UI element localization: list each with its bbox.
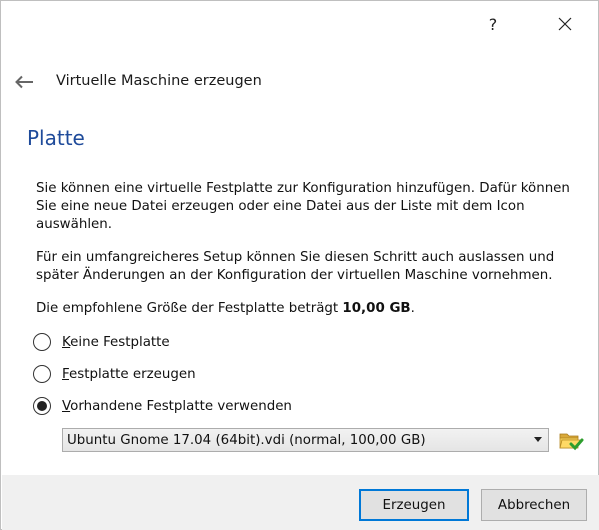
radio-no-disk[interactable] [33, 333, 51, 351]
cancel-button[interactable]: Abbrechen [481, 489, 587, 521]
description-paragraph-1: Sie können eine virtuelle Festplatte zur… [36, 181, 570, 232]
option-create-disk-label: Festplatte erzeugen [62, 366, 196, 382]
dialog-window: ? Virtuelle Maschine erzeugen Platte Sie… [0, 0, 599, 530]
wizard-title: Virtuelle Maschine erzeugen [56, 73, 262, 89]
radio-existing-disk[interactable] [33, 397, 51, 415]
page-heading: Platte [27, 126, 85, 150]
close-button[interactable] [549, 9, 581, 39]
option-existing-disk[interactable]: Vorhandene Festplatte verwenden [33, 395, 292, 417]
help-button[interactable]: ? [477, 9, 509, 39]
chevron-down-icon [534, 437, 542, 442]
recommended-size-prefix: Die empfohlene Größe der Festplatte betr… [36, 301, 343, 316]
close-icon [558, 17, 572, 31]
option-no-disk-label: Keine Festplatte [62, 334, 170, 350]
recommended-size-suffix: . [410, 301, 415, 316]
radio-selected-dot [37, 401, 47, 411]
disk-file-select-value: Ubuntu Gnome 17.04 (64bit).vdi (normal, … [67, 432, 426, 448]
help-label: ? [488, 14, 498, 34]
folder-open-icon [559, 433, 584, 451]
back-arrow-icon [15, 75, 33, 89]
disk-file-select[interactable]: Ubuntu Gnome 17.04 (64bit).vdi (normal, … [62, 428, 549, 452]
choose-disk-file-button[interactable] [558, 429, 584, 453]
description-paragraph-2: Für ein umfangreicheres Setup können Sie… [36, 250, 555, 283]
option-no-disk[interactable]: Keine Festplatte [33, 331, 170, 353]
recommended-size-text: Die empfohlene Größe der Festplatte betr… [36, 300, 584, 318]
option-create-disk[interactable]: Festplatte erzeugen [33, 363, 196, 385]
recommended-size-value: 10,00 GB [342, 301, 411, 316]
option-existing-disk-label: Vorhandene Festplatte verwenden [62, 398, 292, 414]
radio-create-disk[interactable] [33, 365, 51, 383]
back-button[interactable] [13, 71, 35, 93]
create-button[interactable]: Erzeugen [359, 489, 469, 521]
